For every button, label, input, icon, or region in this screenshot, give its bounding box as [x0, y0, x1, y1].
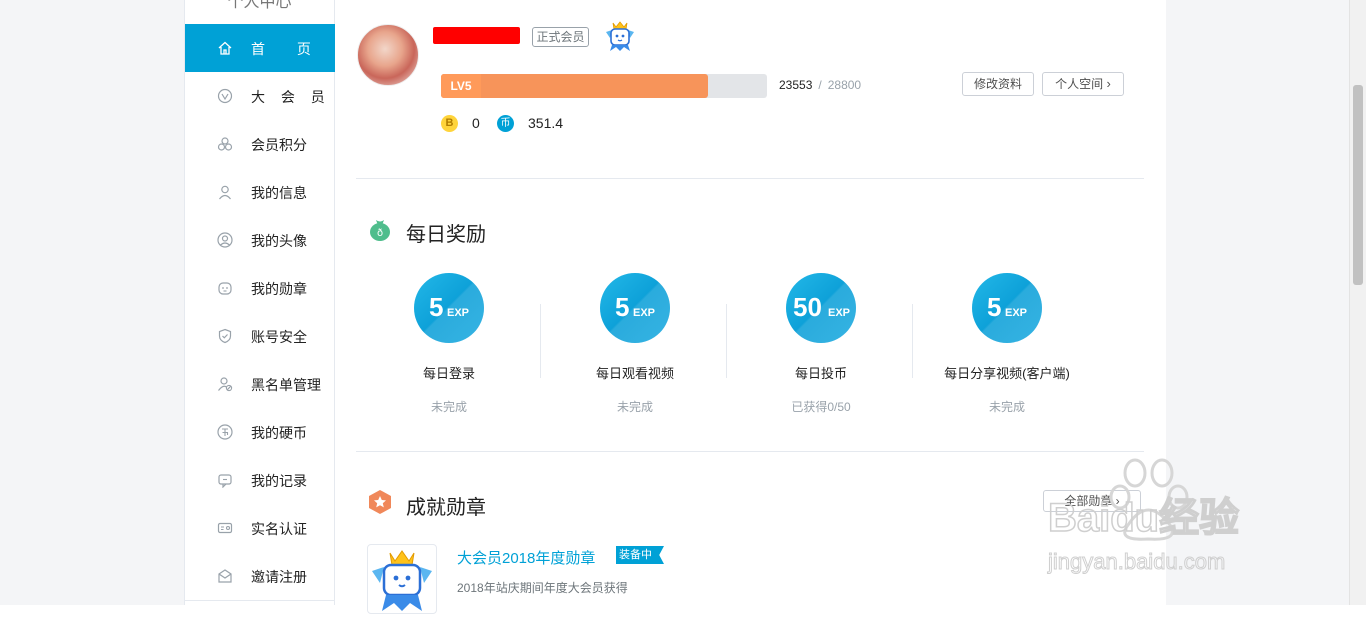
all-badges-button[interactable]: 全部勋章 › — [1043, 490, 1141, 512]
reward-exp-circle: 5 EXP — [972, 273, 1042, 343]
reward-task-status: 未完成 — [616, 400, 653, 414]
all-badges-label: 全部勋章 — [1064, 494, 1113, 508]
sidebar-item-avatar[interactable]: 我的头像 — [185, 216, 335, 264]
page-gutter-left — [0, 0, 184, 605]
reward-exp-unit: EXP — [447, 307, 470, 319]
reward-exp-circle: 5 EXP — [600, 273, 670, 343]
invite-icon — [218, 569, 232, 583]
sidebar-item-label: 账号安全 — [251, 329, 307, 345]
sidebar-item-realname[interactable]: 实名认证 — [185, 504, 335, 552]
reward-exp-unit: EXP — [633, 307, 656, 319]
reward-separator — [540, 304, 541, 378]
b-coin-value: 0 — [472, 115, 480, 131]
reward-task-name: 每日观看视频 — [595, 366, 674, 381]
chevron-right-icon: › — [1115, 494, 1120, 508]
badge-description: 2018年站庆期间年度大会员获得 — [457, 581, 628, 595]
sidebar-item-vip[interactable]: 大 会 员 — [185, 72, 335, 120]
reward-exp-value: 5 — [429, 292, 444, 322]
reward-separator — [726, 304, 727, 378]
reward-task-status: 未完成 — [430, 400, 467, 414]
medal-icon — [218, 282, 232, 295]
mascot-badge-icon[interactable] — [602, 18, 638, 54]
sidebar-item-points[interactable]: 会员积分 — [185, 120, 335, 168]
sidebar-item-label: 黑名单管理 — [251, 377, 321, 393]
section-divider — [356, 451, 1144, 452]
exp-readout: 23553 / 28800 — [779, 78, 861, 92]
personal-space-button[interactable]: 个人空间 › — [1042, 72, 1124, 96]
daily-rewards-title: 每日奖励 — [406, 224, 486, 246]
user-avatar[interactable] — [357, 24, 419, 86]
vertical-scrollbar[interactable] — [1349, 0, 1366, 605]
home-icon — [218, 41, 232, 55]
level-badge: LV5 — [441, 74, 481, 98]
vip-2018-badge-icon — [372, 550, 432, 611]
personal-space-label: 个人空间 — [1055, 77, 1104, 91]
reward-task-status: 已获得0/50 — [791, 400, 851, 414]
sidebar-item-label: 我的勋章 — [251, 281, 307, 297]
sidebar-item-label: 我的硬币 — [251, 425, 307, 441]
reward-exp-circle: 50 EXP — [786, 273, 856, 343]
exp-current: 23553 — [779, 78, 813, 92]
achievements-title: 成就勋章 — [406, 497, 486, 519]
star-badge-icon — [369, 490, 391, 514]
reward-exp-value: 50 — [793, 292, 822, 322]
badge-thumbnail[interactable] — [367, 544, 437, 614]
page-gutter-right — [1166, 0, 1349, 605]
exp-separator: / — [818, 78, 822, 92]
level-progress-fill — [441, 74, 708, 98]
sidebar-item-label: 邀请注册 — [251, 569, 307, 585]
reward-task-status: 未完成 — [988, 400, 1025, 414]
shield-icon — [218, 328, 232, 344]
section-divider — [356, 178, 1144, 179]
reward-task-name: 每日登录 — [422, 366, 475, 381]
reward-exp-value: 5 — [987, 292, 1002, 322]
sidebar-item-label: 实名认证 — [251, 521, 307, 537]
vip-icon — [217, 88, 233, 104]
sidebar-item-label: 我的信息 — [251, 185, 307, 201]
id-card-icon — [217, 522, 233, 534]
blacklist-icon — [218, 377, 233, 392]
reward-task-name: 每日投币 — [794, 366, 847, 381]
record-icon — [218, 474, 232, 488]
username-redacted — [433, 27, 520, 44]
exp-next-level: 28800 — [827, 78, 862, 92]
sidebar-item-label: 会员积分 — [251, 137, 307, 153]
sidebar-item-coins[interactable]: 我的硬币 — [185, 408, 335, 456]
sidebar-item-info[interactable]: 我的信息 — [185, 168, 335, 216]
sidebar-title: 个人中心 — [227, 0, 292, 11]
sidebar-item-label: 我的头像 — [251, 233, 307, 249]
badge-name-link[interactable]: 大会员2018年度勋章 — [457, 547, 595, 568]
hard-coin-icon: 币 — [497, 115, 514, 132]
sidebar-item-blacklist[interactable]: 黑名单管理 — [185, 360, 335, 408]
sidebar-divider — [185, 600, 335, 601]
reward-task-name: 每日分享视频(客户端) — [944, 366, 1070, 381]
hard-coin-value: 351.4 — [528, 115, 564, 131]
reward-separator — [912, 304, 913, 378]
sidebar-item-records[interactable]: 我的记录 — [185, 456, 335, 504]
chevron-right-icon: › — [1106, 76, 1111, 91]
reward-exp-unit: EXP — [1005, 307, 1028, 319]
sidebar-item-label: 首 页 — [251, 41, 325, 57]
reward-exp-circle: 5 EXP — [414, 273, 484, 343]
sidebar-item-label: 大 会 员 — [251, 89, 331, 105]
svg-text:ð: ð — [377, 228, 383, 239]
member-type-badge: 正式会员 — [532, 27, 589, 47]
coin-icon — [217, 424, 233, 440]
user-info-icon — [219, 185, 231, 200]
reward-exp-unit: EXP — [828, 307, 851, 319]
b-coin-icon: B — [441, 115, 458, 132]
sidebar-item-security[interactable]: 账号安全 — [185, 312, 335, 360]
sidebar-item-medal[interactable]: 我的勋章 — [185, 264, 335, 312]
reward-exp-value: 5 — [615, 292, 630, 322]
sidebar-item-invite[interactable]: 邀请注册 — [185, 552, 335, 600]
scrollbar-thumb[interactable] — [1353, 85, 1363, 285]
points-icon — [217, 137, 233, 151]
sidebar-item-home[interactable]: 首 页 — [185, 24, 335, 72]
equipped-tag: 装备中 — [616, 546, 664, 564]
sidebar: 个人中心 首 页 大 会 员 会员积分 我的信息 我的头像 我的勋章 账号安全 … — [184, 0, 335, 605]
sidebar-item-label: 我的记录 — [251, 473, 307, 489]
edit-profile-button[interactable]: 修改资料 — [962, 72, 1034, 96]
avatar-icon — [217, 232, 233, 248]
money-bag-icon: ð — [370, 220, 390, 241]
